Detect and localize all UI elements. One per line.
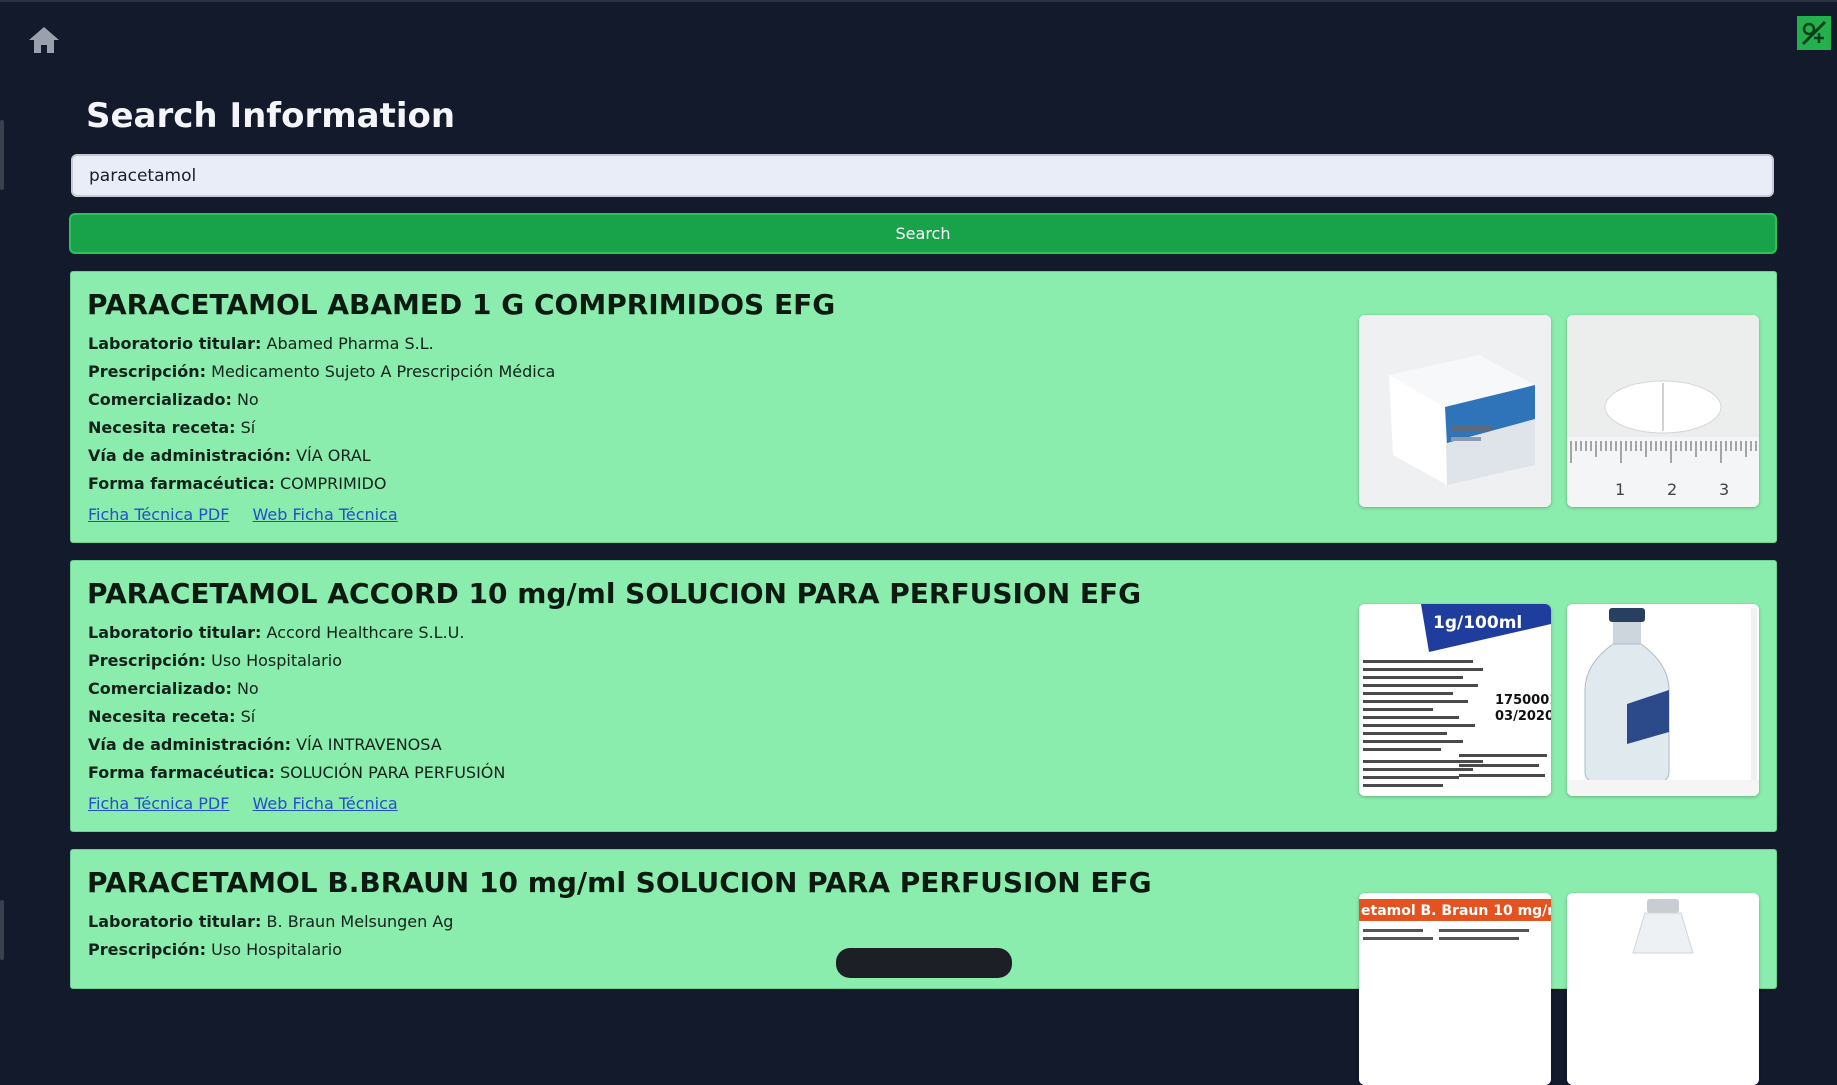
vial-image[interactable]	[1567, 604, 1759, 796]
web-ficha-tecnica-link[interactable]: Web Ficha Técnica	[253, 794, 398, 813]
left-edge-handle	[0, 120, 4, 190]
floating-dock[interactable]	[836, 948, 1012, 978]
field-prescripcion: Prescripción: Uso Hospitalario	[88, 651, 342, 670]
page-title: Search Information	[86, 96, 456, 136]
theme-toggle-icon[interactable]	[1797, 16, 1831, 50]
field-prescripcion: Prescripción: Uso Hospitalario	[88, 940, 342, 959]
label-dose-text: 1g/100ml	[1433, 613, 1522, 633]
field-laboratorio: Laboratorio titular: Accord Healthcare S…	[88, 623, 465, 642]
ficha-tecnica-pdf-link[interactable]: Ficha Técnica PDF	[88, 794, 229, 813]
field-laboratorio: Laboratorio titular: B. Braun Melsungen …	[88, 912, 454, 931]
search-button[interactable]: Search	[69, 213, 1777, 254]
result-links: Ficha Técnica PDF Web Ficha Técnica	[88, 794, 416, 813]
field-prescripcion: Prescripción: Medicamento Sujeto A Presc…	[88, 362, 556, 381]
field-forma-farmaceutica: Forma farmacéutica: COMPRIMIDO	[88, 474, 387, 493]
ruler-label: 2	[1667, 480, 1677, 499]
web-ficha-tecnica-link[interactable]: Web Ficha Técnica	[253, 505, 398, 524]
ruler-label: 3	[1719, 480, 1729, 499]
result-title: PARACETAMOL B.BRAUN 10 mg/ml SOLUCION PA…	[87, 866, 1152, 899]
field-comercializado: Comercializado: No	[88, 390, 259, 409]
field-necesita-receta: Necesita receta: Sí	[88, 418, 256, 437]
field-necesita-receta: Necesita receta: Sí	[88, 707, 256, 726]
result-title: PARACETAMOL ABAMED 1 G COMPRIMIDOS EFG	[87, 288, 836, 321]
result-title: PARACETAMOL ACCORD 10 mg/ml SOLUCION PAR…	[87, 577, 1142, 610]
search-input[interactable]	[71, 154, 1774, 197]
bottle-image[interactable]	[1567, 893, 1759, 1085]
result-fields: Laboratorio titular: Accord Healthcare S…	[88, 623, 505, 791]
lot-number: 1750001	[1495, 693, 1551, 708]
left-edge-handle	[0, 900, 4, 960]
home-icon[interactable]	[26, 24, 62, 56]
label-name-text: etamol B. Braun 10 mg/ml	[1361, 903, 1551, 919]
field-via-administracion: Vía de administración: VÍA ORAL	[88, 446, 371, 465]
field-via-administracion: Vía de administración: VÍA INTRAVENOSA	[88, 735, 442, 754]
top-border	[0, 0, 1837, 2]
ruler-label: 1	[1615, 480, 1625, 499]
result-card: PARACETAMOL ABAMED 1 G COMPRIMIDOS EFG L…	[70, 271, 1777, 543]
field-forma-farmaceutica: Forma farmacéutica: SOLUCIÓN PARA PERFUS…	[88, 763, 506, 782]
field-comercializado: Comercializado: No	[88, 679, 259, 698]
expiry-date: 03/2020	[1495, 709, 1551, 724]
ficha-tecnica-pdf-link[interactable]: Ficha Técnica PDF	[88, 505, 229, 524]
result-card: PARACETAMOL ACCORD 10 mg/ml SOLUCION PAR…	[70, 560, 1777, 832]
result-fields: Laboratorio titular: B. Braun Melsungen …	[88, 912, 453, 968]
product-label-image[interactable]: etamol B. Braun 10 mg/ml	[1359, 893, 1551, 1085]
field-laboratorio: Laboratorio titular: Abamed Pharma S.L.	[88, 334, 434, 353]
result-fields: Laboratorio titular: Abamed Pharma S.L. …	[88, 334, 555, 502]
tablet-image[interactable]: 1 2 3	[1567, 315, 1759, 507]
result-links: Ficha Técnica PDF Web Ficha Técnica	[88, 505, 416, 524]
product-box-image[interactable]	[1359, 315, 1551, 507]
product-label-image[interactable]: 1g/100ml 1750001 03/2020	[1359, 604, 1551, 796]
